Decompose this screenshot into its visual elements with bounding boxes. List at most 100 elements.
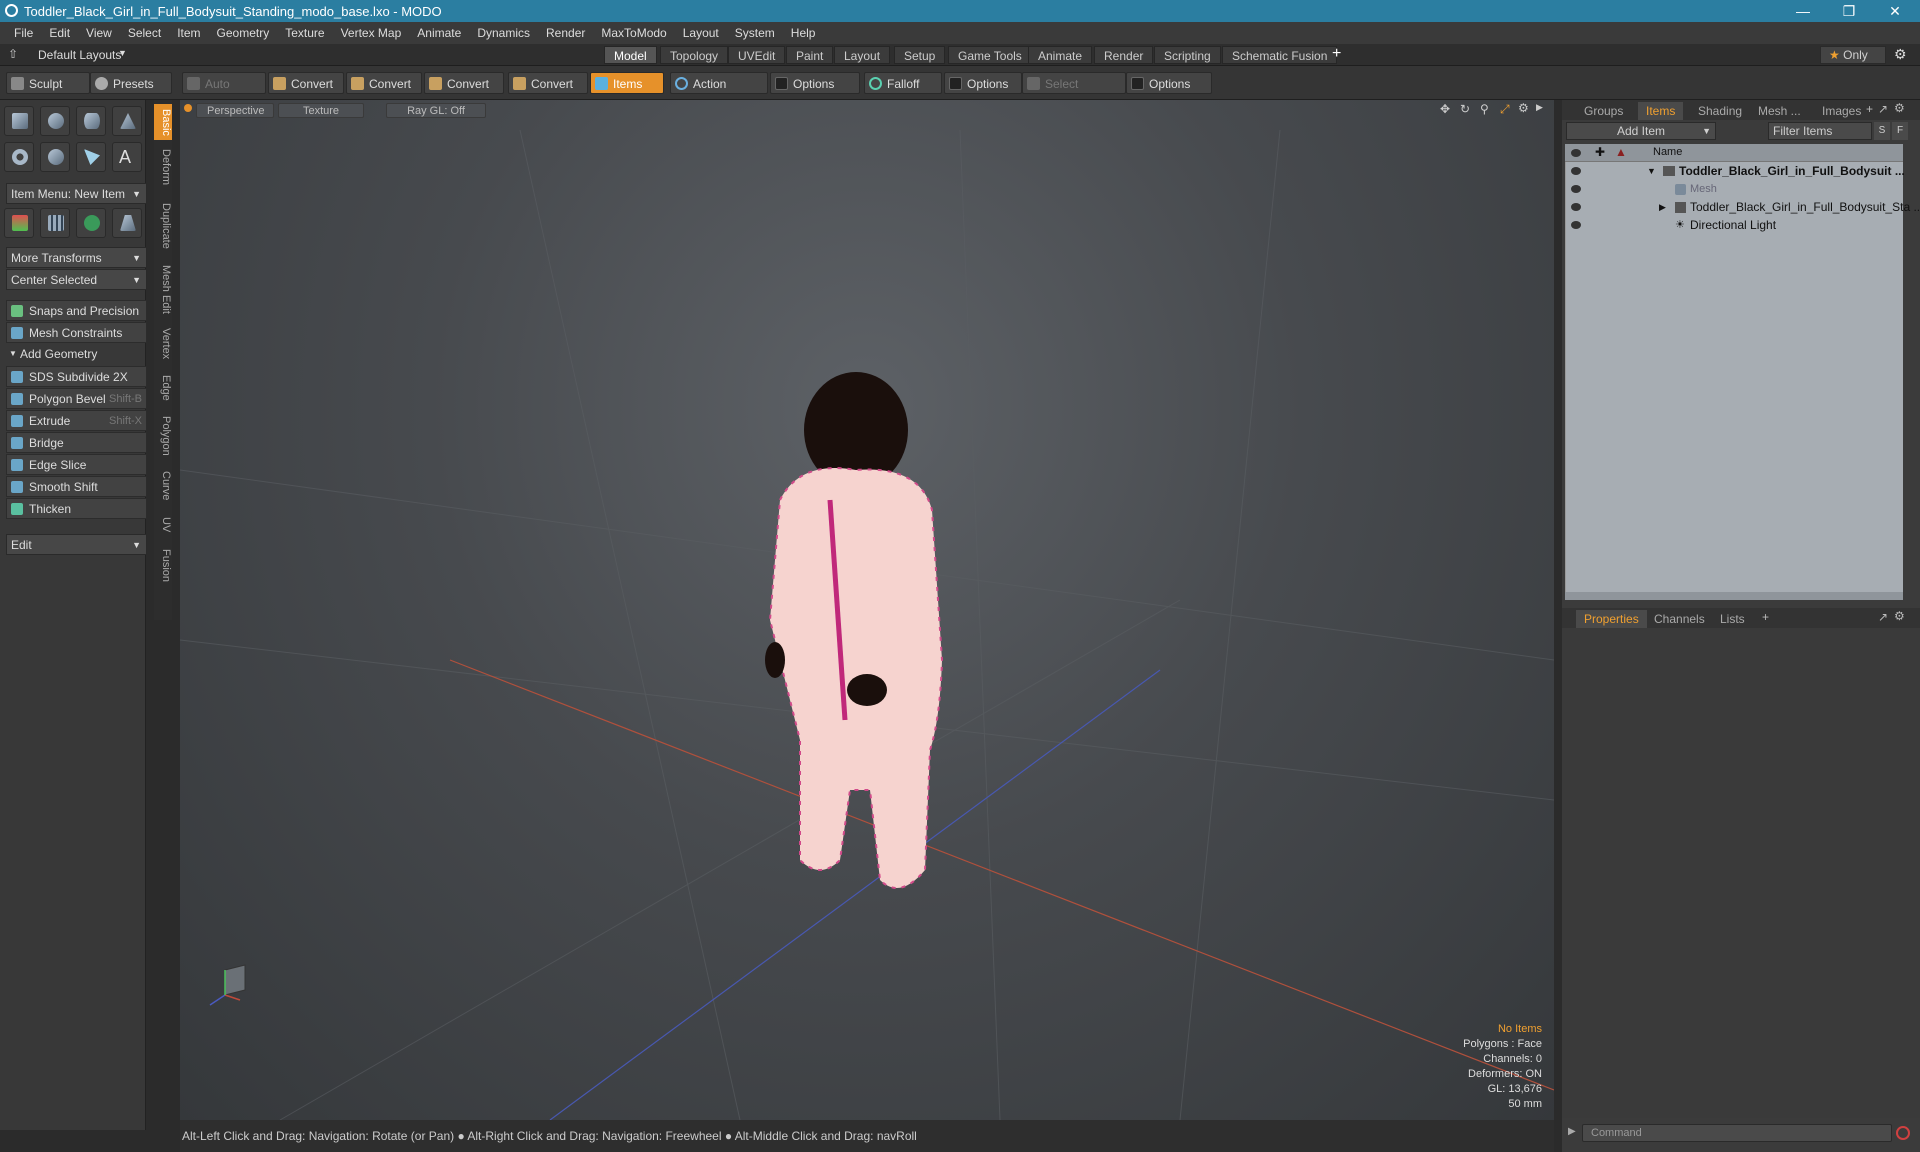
mesh-constraints-button[interactable]: Mesh Constraints [6, 322, 147, 343]
convert-polygons-button[interactable]: Convert [424, 72, 504, 94]
convert-items-button[interactable]: Convert [508, 72, 588, 94]
eye-icon[interactable] [1571, 167, 1581, 175]
menu-layout[interactable]: Layout [675, 26, 727, 40]
sculpt-button[interactable]: Sculpt [6, 72, 90, 94]
panel-gear-icon[interactable]: ⚙ [1894, 609, 1905, 623]
menu-edit[interactable]: Edit [41, 26, 78, 40]
render-icon[interactable]: ▲ [1615, 145, 1627, 159]
tab-deform[interactable]: Deform [154, 144, 172, 190]
polygon-bevel-button[interactable]: Polygon Bevel Shift-B [6, 388, 147, 409]
gear-icon[interactable]: ⚙ [1894, 46, 1907, 63]
tab-animate[interactable]: Animate [1028, 46, 1093, 64]
menu-texture[interactable]: Texture [277, 26, 332, 40]
tab-polygon[interactable]: Polygon [154, 410, 172, 462]
command-expand-icon[interactable]: ▶ [1568, 1126, 1576, 1137]
pen-tool-button[interactable] [76, 142, 106, 172]
add-tab-icon[interactable]: + [1866, 102, 1873, 116]
default-layouts-dropdown[interactable]: Default Layouts [38, 48, 121, 62]
sds-subdivide-button[interactable]: SDS Subdivide 2X [6, 366, 147, 387]
tab-groups[interactable]: Groups [1576, 102, 1631, 120]
grid-tool-button[interactable] [40, 208, 70, 238]
expand-icon[interactable]: ↗ [1878, 610, 1888, 624]
restore-button[interactable]: ❐ [1826, 0, 1872, 22]
select-through-button[interactable]: Select Through [1022, 72, 1126, 113]
item-list-scrollbar[interactable] [1565, 592, 1903, 600]
tab-items[interactable]: Items [1638, 102, 1684, 120]
tab-scripting[interactable]: Scripting [1154, 46, 1221, 64]
tab-game-tools[interactable]: Game Tools [948, 46, 1032, 64]
capsule-tool-button[interactable] [40, 142, 70, 172]
tab-images[interactable]: Images [1814, 102, 1869, 120]
tab-topology[interactable]: Topology [660, 46, 729, 64]
tab-mesh[interactable]: Mesh ... [1750, 102, 1809, 120]
item-row-mesh[interactable]: Mesh [1565, 181, 1903, 198]
cone-tool-button[interactable] [112, 106, 142, 136]
cylinder-tool-button[interactable] [76, 106, 106, 136]
options-button-3[interactable]: Options [1126, 72, 1212, 94]
tab-uv[interactable]: UV [154, 510, 172, 540]
extrude-button[interactable]: Extrude Shift-X [6, 410, 147, 431]
tab-fusion[interactable]: Fusion [154, 544, 172, 588]
menu-render[interactable]: Render [538, 26, 593, 40]
tab-layout[interactable]: Layout [834, 46, 891, 64]
rotate-tool-button[interactable] [76, 208, 106, 238]
visibility-icon[interactable] [1571, 149, 1581, 157]
panel-gear-icon[interactable]: ⚙ [1894, 101, 1905, 115]
action-center-button[interactable]: Action Center [670, 72, 768, 113]
f-toggle[interactable]: F [1892, 122, 1908, 140]
tab-curve[interactable]: Curve [154, 466, 172, 506]
eye-icon[interactable] [1571, 221, 1581, 229]
convert-edges-button[interactable]: Convert [346, 72, 422, 94]
items-mode-button[interactable]: Items [590, 72, 664, 94]
menu-view[interactable]: View [78, 26, 120, 40]
menu-geometry[interactable]: Geometry [209, 26, 278, 40]
item-row-group[interactable]: ▶ Toddler_Black_Girl_in_Full_Bodysuit_Sta… [1565, 199, 1920, 216]
transform-tool-button[interactable] [4, 208, 34, 238]
3d-viewport[interactable]: Perspective Texture Ray GL: Off ✥ ↻ ⚲ ⤢ … [180, 100, 1554, 1120]
menu-select[interactable]: Select [120, 26, 169, 40]
add-tab-icon[interactable]: + [1762, 610, 1769, 624]
layout-up-icon[interactable]: ⇧ [8, 47, 18, 61]
presets-button[interactable]: Presets F6 [90, 72, 172, 113]
eye-icon[interactable] [1571, 185, 1581, 193]
edge-slice-button[interactable]: Edge Slice [6, 454, 147, 475]
add-geometry-header[interactable]: ▼ Add Geometry [6, 344, 147, 364]
item-row-light[interactable]: ☀ Directional Light [1565, 217, 1903, 234]
record-icon[interactable] [1896, 1126, 1910, 1140]
minimize-button[interactable]: — [1780, 0, 1826, 22]
falloff-button[interactable]: Falloff [864, 72, 942, 94]
thicken-button[interactable]: Thicken [6, 498, 147, 519]
tab-vertex[interactable]: Vertex [154, 322, 172, 366]
tab-basic[interactable]: Basic [154, 104, 172, 140]
expand-arrow-icon[interactable]: ▼ [1647, 163, 1656, 180]
auto-select-button[interactable]: Auto Select [182, 72, 266, 113]
tab-lists[interactable]: Lists [1712, 610, 1753, 628]
tab-render[interactable]: Render [1094, 46, 1154, 64]
tab-paint[interactable]: Paint [786, 46, 834, 64]
options-button-1[interactable]: Options [770, 72, 860, 94]
menu-animate[interactable]: Animate [409, 26, 469, 40]
tab-mesh-edit[interactable]: Mesh Edit [154, 260, 172, 318]
add-item-dropdown[interactable]: Add Item ▼ [1566, 122, 1716, 140]
text-tool-button[interactable]: A [112, 142, 142, 172]
expand-icon[interactable]: ↗ [1878, 102, 1888, 116]
menu-vertex-map[interactable]: Vertex Map [333, 26, 410, 40]
tab-model[interactable]: Model [604, 46, 657, 64]
tab-duplicate[interactable]: Duplicate [154, 196, 172, 256]
menu-dynamics[interactable]: Dynamics [469, 26, 538, 40]
tab-uvedit[interactable]: UVEdit [728, 46, 786, 64]
menu-help[interactable]: Help [783, 26, 824, 40]
tab-shading[interactable]: Shading [1690, 102, 1750, 120]
bridge-button[interactable]: Bridge [6, 432, 147, 453]
s-toggle[interactable]: S [1874, 122, 1890, 140]
edit-dropdown[interactable]: Edit ▼ [6, 534, 147, 555]
torus-tool-button[interactable] [4, 142, 34, 172]
menu-file[interactable]: File [6, 26, 41, 40]
item-list[interactable]: ✚ ▲ Name ▼ Toddler_Black_Girl_in_Full_Bod… [1565, 144, 1920, 592]
tab-setup[interactable]: Setup [894, 46, 946, 64]
tab-properties[interactable]: Properties [1576, 610, 1647, 628]
item-menu-dropdown[interactable]: Item Menu: New Item ▼ [6, 183, 147, 204]
smooth-shift-button[interactable]: Smooth Shift [6, 476, 147, 497]
scale-tool-button[interactable] [112, 208, 142, 238]
tab-schematic-fusion[interactable]: Schematic Fusion [1222, 46, 1338, 64]
